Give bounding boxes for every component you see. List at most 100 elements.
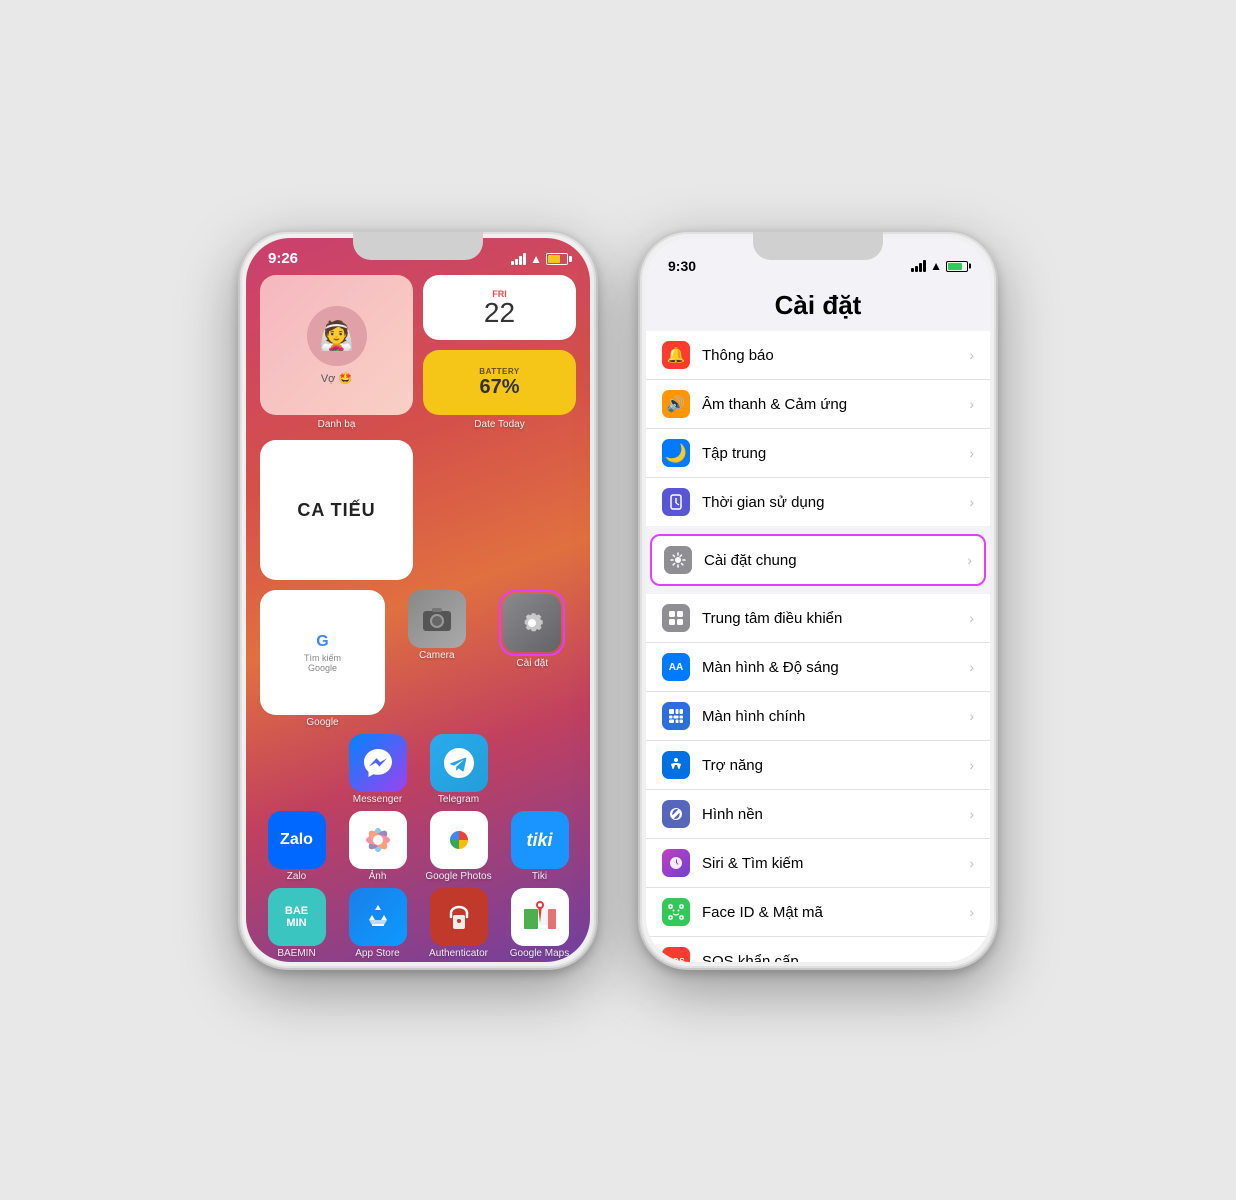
messenger-icon xyxy=(349,734,407,792)
camera-label: Camera xyxy=(419,650,455,661)
settings-app[interactable]: Cài đặt xyxy=(489,590,577,728)
homescreen-icon xyxy=(662,702,690,730)
general-icon xyxy=(664,546,692,574)
mute-button[interactable] xyxy=(238,352,240,387)
tiki-label: Tiki xyxy=(532,871,547,882)
camera-app[interactable]: Camera xyxy=(393,590,481,728)
settings-row-control[interactable]: Trung tâm điều khiển › xyxy=(646,594,990,643)
focus-icon: 🌙 xyxy=(662,439,690,467)
zalo-icon: Zalo xyxy=(268,811,326,869)
sos-chevron: › xyxy=(969,953,974,962)
wallpaper-label: Hình nền xyxy=(702,806,969,823)
tiki-icon: tiki xyxy=(511,811,569,869)
telegram-app[interactable]: Telegram xyxy=(422,734,495,805)
power-button[interactable] xyxy=(596,372,598,432)
focus-chevron: › xyxy=(969,445,974,461)
home-screen: 9:26 ▲ 👰 Vợ 🤩 xyxy=(246,238,590,962)
sound-chevron: › xyxy=(969,396,974,412)
gphotos-icon xyxy=(430,811,488,869)
control-chevron: › xyxy=(969,610,974,626)
messenger-label: Messenger xyxy=(353,794,402,805)
contact-widget-label: Danh bạ xyxy=(260,419,413,430)
messenger-app[interactable]: Messenger xyxy=(341,734,414,805)
general-label: Cài đặt chung xyxy=(704,552,967,569)
sos-icon: SOS xyxy=(662,947,690,962)
photos-icon xyxy=(349,811,407,869)
date-widget-label: Date Today xyxy=(423,419,576,430)
general-chevron: › xyxy=(967,552,972,568)
battery-fill xyxy=(548,255,560,263)
settings-row-accessibility[interactable]: Trợ năng › xyxy=(646,741,990,790)
screentime-icon xyxy=(662,488,690,516)
telegram-label: Telegram xyxy=(438,794,479,805)
control-label: Trung tâm điều khiển xyxy=(702,610,969,627)
photos-label: Ảnh xyxy=(369,871,387,882)
volume-down-button-2[interactable] xyxy=(638,472,640,527)
battery-fill-2 xyxy=(948,263,962,270)
settings-row-screentime[interactable]: Thời gian sử dụng › xyxy=(646,478,990,526)
photos-app[interactable]: Ảnh xyxy=(341,811,414,882)
settings-row-display[interactable]: AA Màn hình & Độ sáng › xyxy=(646,643,990,692)
focus-label: Tập trung xyxy=(702,445,969,462)
baemin-label: BAEMIN xyxy=(277,948,315,959)
date-widget[interactable]: FRI 22 xyxy=(423,275,576,340)
zalo-app[interactable]: Zalo Zalo xyxy=(260,811,333,882)
homescreen-label: Màn hình chính xyxy=(702,708,969,725)
power-button-2[interactable] xyxy=(996,372,998,432)
appstore-icon xyxy=(349,888,407,946)
tiki-app[interactable]: tiki Tiki xyxy=(503,811,576,882)
display-icon: AA xyxy=(662,653,690,681)
battery-percent: 67% xyxy=(479,376,519,399)
accessibility-chevron: › xyxy=(969,757,974,773)
volume-down-button[interactable] xyxy=(238,472,240,527)
notifications-chevron: › xyxy=(969,347,974,363)
appstore-app[interactable]: App Store xyxy=(341,888,414,959)
contact-widget[interactable]: 👰 Vợ 🤩 xyxy=(260,275,413,415)
settings-row-sound[interactable]: 🔊 Âm thanh & Cảm ứng › xyxy=(646,380,990,429)
wallpaper-chevron: › xyxy=(969,806,974,822)
phone-1: 9:26 ▲ 👰 Vợ 🤩 xyxy=(238,230,598,970)
gphotos-app[interactable]: Google Photos xyxy=(422,811,495,882)
settings-section-general: Cài đặt chung › xyxy=(646,534,990,586)
notifications-icon: 🔔 xyxy=(662,341,690,369)
date-number: 22 xyxy=(484,299,515,327)
display-chevron: › xyxy=(969,659,974,675)
screentime-label: Thời gian sử dụng xyxy=(702,494,969,511)
wifi-icon: ▲ xyxy=(530,252,542,266)
baemin-app[interactable]: BAEMIN BAEMIN xyxy=(260,888,333,959)
accessibility-icon xyxy=(662,751,690,779)
auth-icon xyxy=(430,888,488,946)
siri-label: Siri & Tìm kiếm xyxy=(702,855,969,872)
settings-screen: 9:30 ▲ Cài đặt xyxy=(646,238,990,962)
mute-button-2[interactable] xyxy=(638,352,640,387)
screentime-chevron: › xyxy=(969,494,974,510)
notifications-label: Thông báo xyxy=(702,347,969,364)
settings-row-sos[interactable]: SOS SOS khẩn cấp › xyxy=(646,937,990,962)
maps-app[interactable]: Google Maps xyxy=(503,888,576,959)
auth-label: Authenticator xyxy=(429,948,488,959)
siri-chevron: › xyxy=(969,855,974,871)
settings-section-1: 🔔 Thông báo › 🔊 Âm thanh & Cảm ứng › 🌙 T… xyxy=(646,331,990,526)
battery-icon-2 xyxy=(946,261,968,272)
volume-up-button-2[interactable] xyxy=(638,402,640,457)
settings-list: 🔔 Thông báo › 🔊 Âm thanh & Cảm ứng › 🌙 T… xyxy=(646,331,990,962)
settings-row-siri[interactable]: Siri & Tìm kiếm › xyxy=(646,839,990,888)
settings-row-focus[interactable]: 🌙 Tập trung › xyxy=(646,429,990,478)
settings-row-faceid[interactable]: Face ID & Mật mã › xyxy=(646,888,990,937)
control-icon xyxy=(662,604,690,632)
status-icons: ▲ xyxy=(511,252,568,266)
volume-up-button[interactable] xyxy=(238,402,240,457)
auth-app[interactable]: Authenticator xyxy=(422,888,495,959)
settings-row-homescreen[interactable]: Màn hình chính › xyxy=(646,692,990,741)
google-label: Google xyxy=(306,717,338,728)
settings-row-general[interactable]: Cài đặt chung › xyxy=(650,534,986,586)
google-widget[interactable]: G Tìm kiếm Google xyxy=(260,590,385,715)
widgets-area: 👰 Vợ 🤩 FRI 22 BATTERY 67% xyxy=(246,267,590,590)
catiêu-widget[interactable]: CA TIẾU xyxy=(260,440,413,580)
settings-page-title: Cài đặt xyxy=(646,282,990,331)
telegram-icon xyxy=(430,734,488,792)
display-label: Màn hình & Độ sáng xyxy=(702,659,969,676)
settings-row-wallpaper[interactable]: Hình nền › xyxy=(646,790,990,839)
battery-widget[interactable]: BATTERY 67% xyxy=(423,350,576,415)
settings-row-notifications[interactable]: 🔔 Thông báo › xyxy=(646,331,990,380)
